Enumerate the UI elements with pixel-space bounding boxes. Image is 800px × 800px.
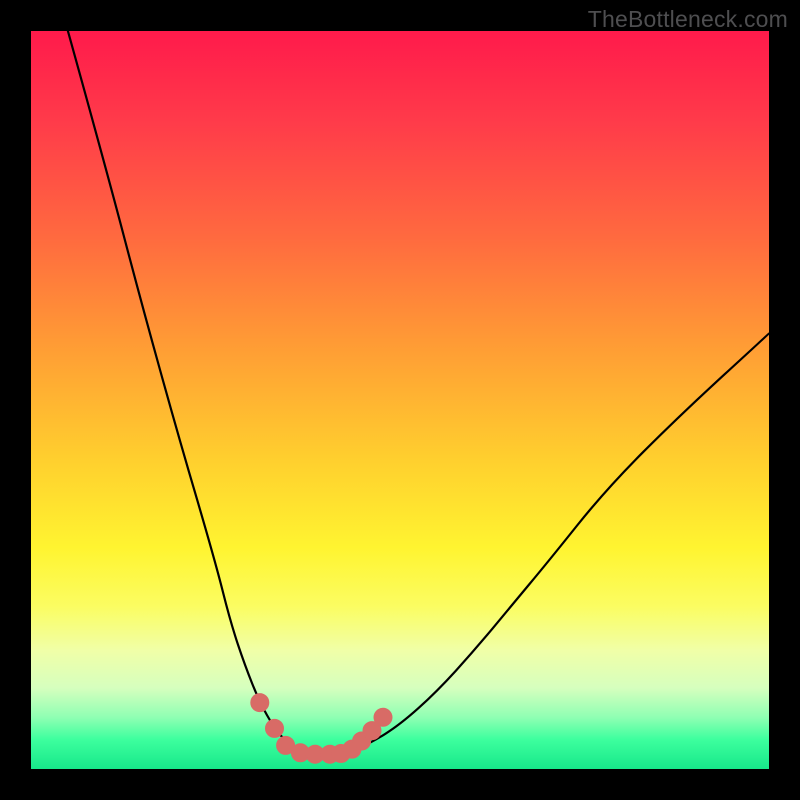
- bottleneck-curve-svg: [31, 31, 769, 769]
- curve-markers: [251, 694, 392, 764]
- curve-marker: [266, 719, 284, 737]
- chart-frame: TheBottleneck.com: [0, 0, 800, 800]
- watermark-text: TheBottleneck.com: [588, 6, 788, 33]
- bottleneck-curve: [68, 31, 769, 754]
- curve-marker: [251, 694, 269, 712]
- curve-marker: [374, 708, 392, 726]
- plot-area: [31, 31, 769, 769]
